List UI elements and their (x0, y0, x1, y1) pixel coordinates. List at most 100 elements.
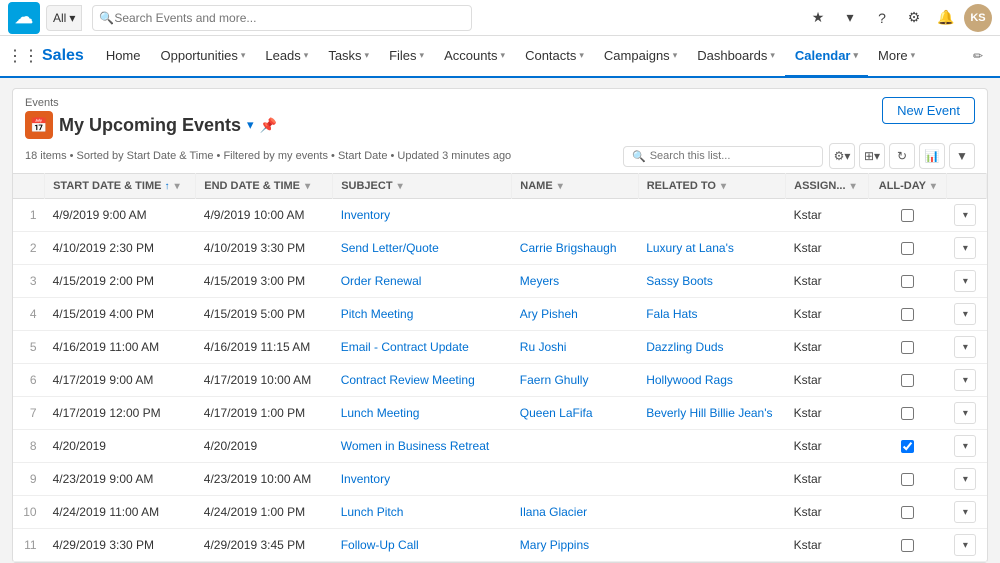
cell-action[interactable]: ▾ (946, 364, 986, 397)
allday-checkbox[interactable] (901, 539, 914, 552)
row-action-dropdown[interactable]: ▾ (954, 534, 976, 556)
new-event-button[interactable]: New Event (882, 97, 975, 124)
cell-action[interactable]: ▾ (946, 199, 986, 232)
cell-action[interactable]: ▾ (946, 397, 986, 430)
title-dropdown-icon[interactable]: ▾ (247, 117, 254, 133)
cell-allday[interactable] (868, 397, 946, 430)
cell-allday[interactable] (868, 364, 946, 397)
chart-button[interactable]: 📊 (919, 143, 945, 169)
cell-action[interactable]: ▾ (946, 463, 986, 496)
avatar[interactable]: KS (964, 4, 992, 32)
pin-icon[interactable]: 📌 (260, 117, 277, 134)
search-list-input[interactable] (650, 150, 814, 162)
col-header-allday[interactable]: ALL-DAY ▾ (868, 174, 946, 199)
cell-action[interactable]: ▾ (946, 331, 986, 364)
cell-action[interactable]: ▾ (946, 265, 986, 298)
row-action-dropdown[interactable]: ▾ (954, 237, 976, 259)
cell-allday[interactable] (868, 331, 946, 364)
cell-related[interactable]: Sassy Boots (638, 265, 785, 298)
favorites-icon[interactable]: ★ (804, 4, 832, 32)
cell-related[interactable]: Hollywood Rags (638, 364, 785, 397)
cell-subject[interactable]: Send Letter/Quote (333, 232, 512, 265)
cell-subject[interactable]: Follow-Up Call (333, 529, 512, 562)
row-action-dropdown[interactable]: ▾ (954, 336, 976, 358)
cell-allday[interactable] (868, 430, 946, 463)
favorites-dropdown[interactable]: ▾ (836, 4, 864, 32)
cell-subject[interactable]: Order Renewal (333, 265, 512, 298)
nav-item-home[interactable]: Home (96, 36, 151, 78)
row-action-dropdown[interactable]: ▾ (954, 468, 976, 490)
cell-related[interactable]: Luxury at Lana's (638, 232, 785, 265)
cell-subject[interactable]: Inventory (333, 463, 512, 496)
cell-action[interactable]: ▾ (946, 298, 986, 331)
salesforce-logo[interactable]: ☁ (8, 2, 40, 34)
allday-checkbox[interactable] (901, 440, 914, 453)
cell-subject[interactable]: Pitch Meeting (333, 298, 512, 331)
cell-action[interactable]: ▾ (946, 430, 986, 463)
cell-allday[interactable] (868, 232, 946, 265)
nav-item-campaigns[interactable]: Campaigns ▾ (594, 36, 687, 78)
apps-icon[interactable]: ⋮⋮ (8, 41, 38, 71)
allday-checkbox[interactable] (901, 473, 914, 486)
row-action-dropdown[interactable]: ▾ (954, 501, 976, 523)
cell-related[interactable]: Fala Hats (638, 298, 785, 331)
row-action-dropdown[interactable]: ▾ (954, 435, 976, 457)
row-action-dropdown[interactable]: ▾ (954, 402, 976, 424)
cell-action[interactable]: ▾ (946, 562, 986, 563)
allday-checkbox[interactable] (901, 209, 914, 222)
display-options-button[interactable]: ⊞▾ (859, 143, 885, 169)
cell-allday[interactable] (868, 463, 946, 496)
help-icon[interactable]: ? (868, 4, 896, 32)
cell-subject[interactable]: Women in Business Retreat (333, 430, 512, 463)
nav-item-contacts[interactable]: Contacts ▾ (515, 36, 594, 78)
allday-checkbox[interactable] (901, 407, 914, 420)
allday-checkbox[interactable] (901, 341, 914, 354)
cell-action[interactable]: ▾ (946, 232, 986, 265)
allday-checkbox[interactable] (901, 374, 914, 387)
nav-item-files[interactable]: Files ▾ (379, 36, 434, 78)
cell-subject[interactable]: Lunch Meeting (333, 397, 512, 430)
col-header-name[interactable]: NAME ▾ (512, 174, 638, 199)
nav-item-opportunities[interactable]: Opportunities ▾ (151, 36, 256, 78)
nav-item-calendar[interactable]: Calendar ▾ (785, 36, 868, 78)
col-header-start[interactable]: START DATE & TIME ↑ ▾ (45, 174, 196, 199)
cell-name[interactable]: Meryl Starstruck (512, 562, 638, 563)
global-search-input[interactable] (114, 11, 465, 25)
nav-item-more[interactable]: More ▾ (868, 36, 925, 78)
row-action-dropdown[interactable]: ▾ (954, 369, 976, 391)
cell-name[interactable]: Faern Ghully (512, 364, 638, 397)
nav-item-dashboards[interactable]: Dashboards ▾ (687, 36, 785, 78)
col-header-related[interactable]: RELATED TO ▾ (638, 174, 785, 199)
cell-subject[interactable]: Email - Contract Update (333, 331, 512, 364)
cell-subject[interactable]: Inventory (333, 199, 512, 232)
nav-item-accounts[interactable]: Accounts ▾ (434, 36, 515, 78)
col-header-end[interactable]: END DATE & TIME ▾ (196, 174, 333, 199)
refresh-button[interactable]: ↻ (889, 143, 915, 169)
allday-checkbox[interactable] (901, 308, 914, 321)
cell-action[interactable]: ▾ (946, 529, 986, 562)
row-action-dropdown[interactable]: ▾ (954, 303, 976, 325)
cell-name[interactable]: Ary Pisheh (512, 298, 638, 331)
all-dropdown[interactable]: All ▾ (46, 5, 82, 31)
allday-checkbox[interactable] (901, 275, 914, 288)
cell-name[interactable]: Meyers (512, 265, 638, 298)
cell-name[interactable]: Carrie Brigshaugh (512, 232, 638, 265)
cell-allday[interactable] (868, 265, 946, 298)
cell-allday[interactable] (868, 529, 946, 562)
row-action-dropdown[interactable]: ▾ (954, 204, 976, 226)
cell-name[interactable]: Queen LaFifa (512, 397, 638, 430)
cell-related[interactable]: Meryl's Musings (638, 562, 785, 563)
notifications-icon[interactable]: 🔔 (932, 4, 960, 32)
col-header-assign[interactable]: ASSIGN... ▾ (786, 174, 869, 199)
search-list-bar[interactable]: 🔍 (623, 146, 823, 167)
global-search-bar[interactable]: 🔍 (92, 5, 472, 31)
cell-name[interactable]: Mary Pippins (512, 529, 638, 562)
filter-button[interactable]: ▼ (949, 143, 975, 169)
cell-allday[interactable] (868, 199, 946, 232)
cell-allday[interactable] (868, 298, 946, 331)
nav-item-leads[interactable]: Leads ▾ (255, 36, 318, 78)
cell-related[interactable]: Beverly Hill Billie Jean's (638, 397, 785, 430)
cell-allday[interactable] (868, 562, 946, 563)
nav-item-tasks[interactable]: Tasks ▾ (318, 36, 379, 78)
col-header-subject[interactable]: SUBJECT ▾ (333, 174, 512, 199)
